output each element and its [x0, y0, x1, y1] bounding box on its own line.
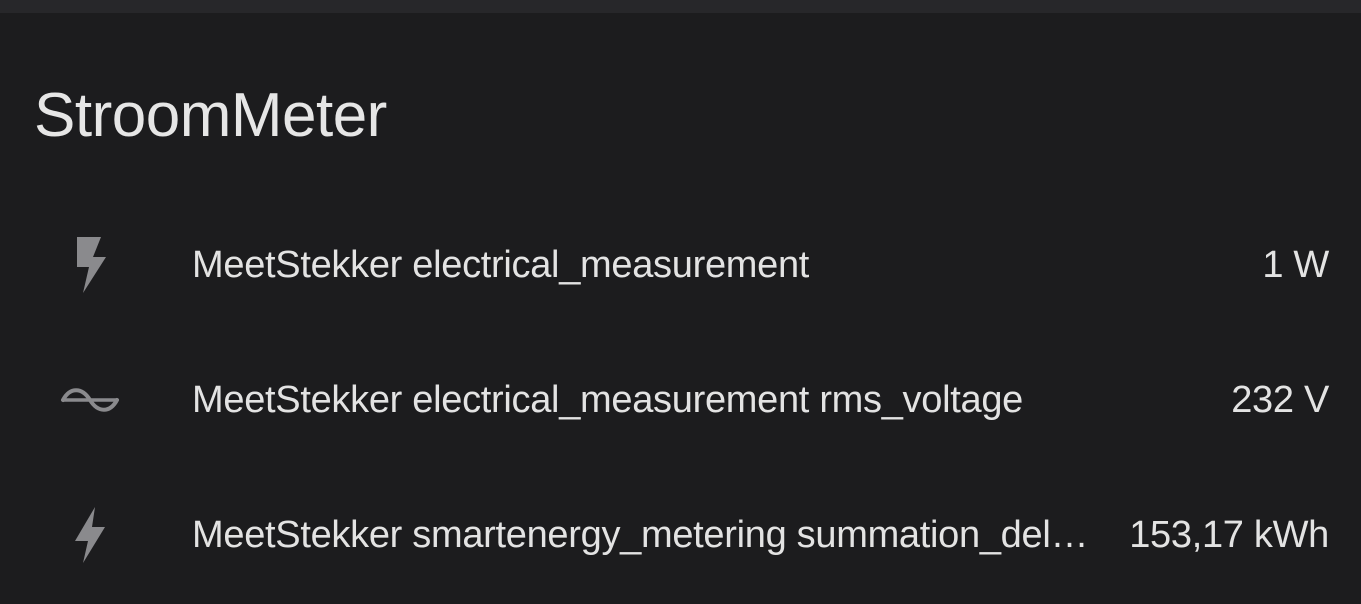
entities-card: StroomMeter MeetStekker electrical_measu… — [0, 13, 1361, 604]
flash-icon — [58, 233, 122, 297]
entity-name: MeetStekker smartenergy_metering summati… — [192, 513, 1094, 556]
entity-state: 153,17 kWh — [1129, 513, 1329, 556]
sine-wave-icon — [58, 368, 122, 432]
entity-name: MeetStekker electrical_measurement — [192, 243, 810, 286]
card-title: StroomMeter — [34, 81, 387, 150]
top-bar — [0, 0, 1361, 13]
entity-state: 232 V — [1231, 378, 1329, 421]
entity-row-power[interactable]: MeetStekker electrical_measurement 1 W — [0, 230, 1361, 300]
entity-row-voltage[interactable]: MeetStekker electrical_measurement rms_v… — [0, 365, 1361, 435]
entity-state: 1 W — [1262, 243, 1329, 286]
entity-row-energy[interactable]: MeetStekker smartenergy_metering summati… — [0, 500, 1361, 570]
entity-name: MeetStekker electrical_measurement rms_v… — [192, 378, 1023, 421]
flash-icon — [58, 503, 122, 567]
